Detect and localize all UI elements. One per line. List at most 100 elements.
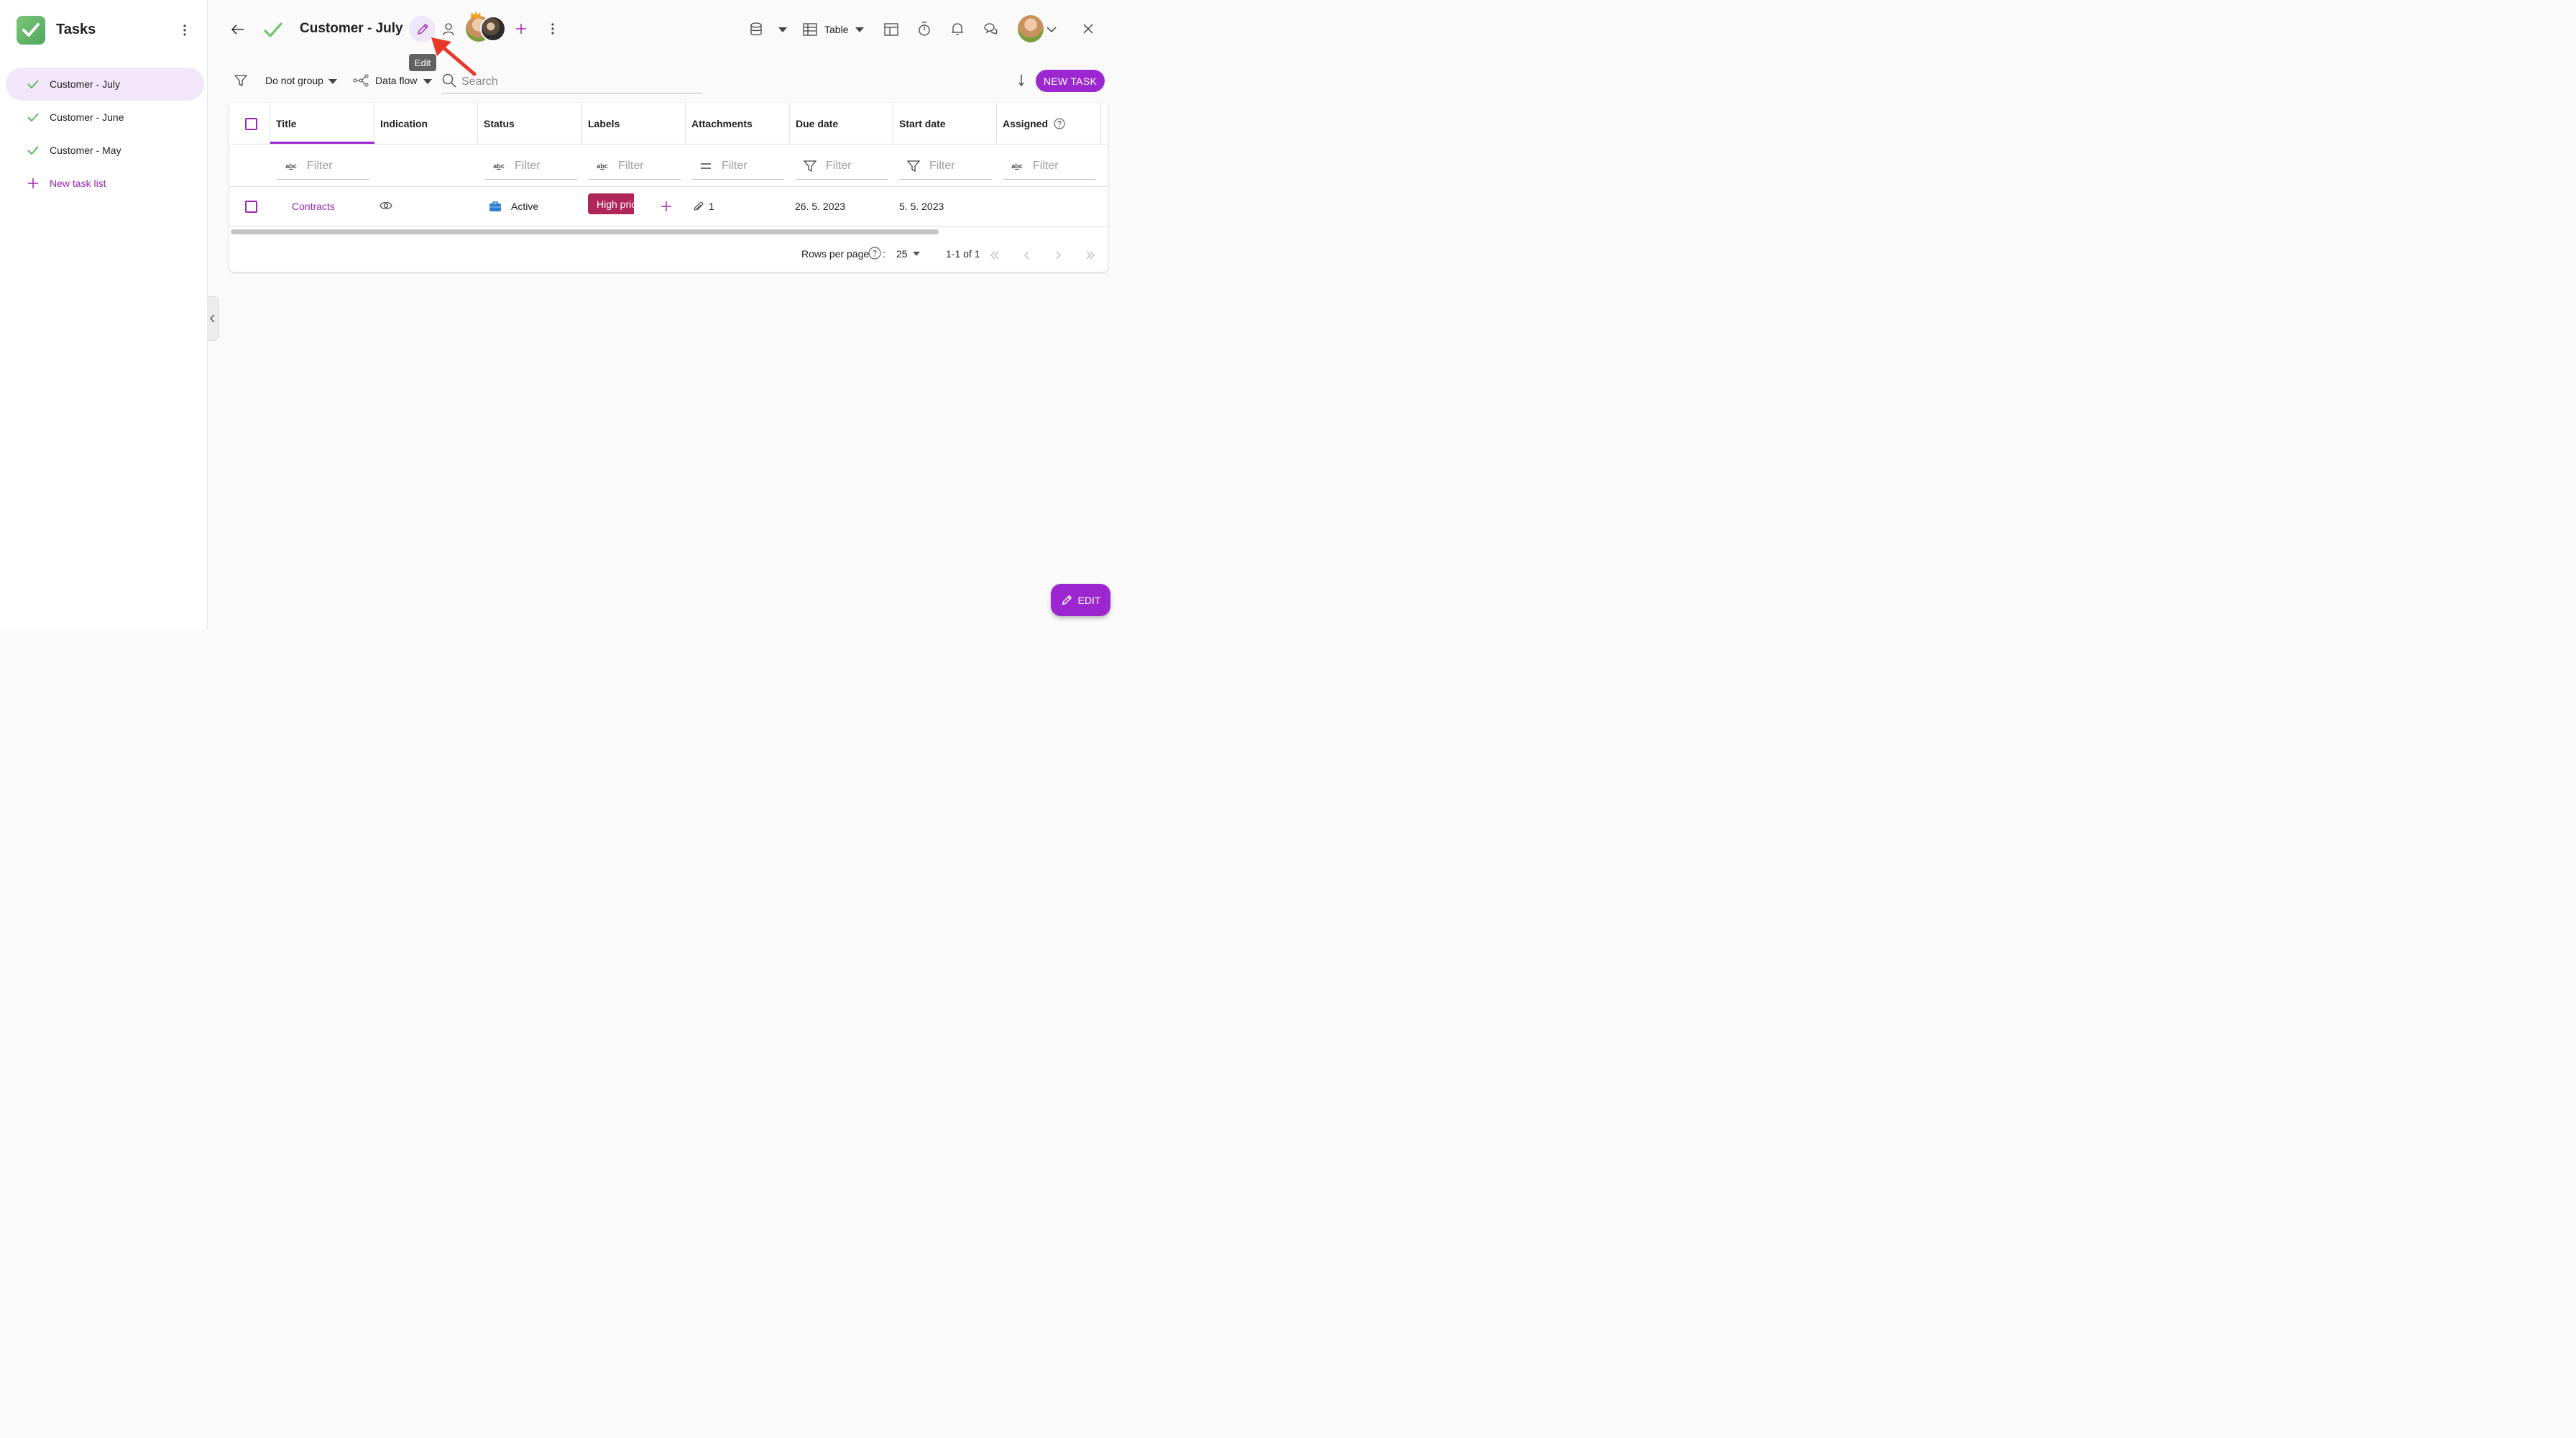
- briefcase-icon: [489, 201, 502, 212]
- plus-icon: [27, 178, 46, 189]
- text-filter-icon: abc: [1011, 162, 1023, 170]
- close-icon[interactable]: [1080, 21, 1096, 37]
- sidebar-item-label: Customer - July: [50, 78, 121, 90]
- status-filter-input[interactable]: [513, 159, 574, 173]
- check-icon: [27, 113, 46, 122]
- check-icon: [27, 80, 46, 88]
- next-page-icon[interactable]: [1051, 247, 1067, 263]
- row-checkbox[interactable]: [245, 201, 257, 213]
- title-filter: abc: [277, 153, 369, 180]
- edit-fab-button[interactable]: EDIT: [1051, 584, 1110, 616]
- column-header-indication[interactable]: Indication: [374, 103, 478, 144]
- filter-funnel-icon: [899, 160, 928, 173]
- member-avatar-2[interactable]: [480, 16, 506, 42]
- text-filter-icon: abc: [597, 162, 608, 170]
- status-value: Active: [511, 201, 539, 212]
- column-header-attachments[interactable]: Attachments: [686, 103, 790, 144]
- label-tag-high-priority[interactable]: High priority: [588, 193, 634, 214]
- rows-per-page-label: Rows per page: [801, 248, 870, 260]
- labels-filter-input[interactable]: [617, 159, 677, 173]
- back-arrow-icon[interactable]: [229, 20, 247, 39]
- crown-icon: [471, 11, 481, 18]
- data-flow-icon[interactable]: [352, 73, 369, 88]
- header-divider: [229, 144, 1108, 145]
- sidebar-collapse-handle[interactable]: [207, 296, 219, 341]
- attachment-count: 1: [709, 201, 714, 212]
- column-header-label: Labels: [588, 117, 620, 129]
- attachments-filter-input[interactable]: [720, 159, 781, 173]
- assigned-filter: abc: [1003, 153, 1095, 180]
- title-filter-input[interactable]: [305, 159, 366, 173]
- column-header-title[interactable]: Title: [270, 103, 374, 144]
- add-label-plus-icon[interactable]: [661, 201, 672, 212]
- eye-icon[interactable]: [380, 201, 392, 211]
- group-by-select[interactable]: Do not group: [265, 75, 323, 86]
- data-flow-select[interactable]: Data flow: [375, 75, 417, 86]
- sidebar-item-customer-june[interactable]: Customer - June: [6, 101, 204, 134]
- caret-down-icon[interactable]: [776, 24, 789, 35]
- database-icon[interactable]: [748, 21, 765, 38]
- check-icon: [27, 146, 46, 155]
- layout-icon[interactable]: [883, 21, 900, 38]
- due-date-filter: [796, 153, 888, 180]
- column-header-label: Due date: [796, 117, 839, 129]
- add-member-plus-icon[interactable]: [512, 20, 530, 37]
- text-filter-icon: abc: [493, 162, 505, 170]
- due-date-value: 26. 5. 2023: [795, 201, 846, 212]
- sidebar-item-label: Customer - May: [50, 145, 121, 156]
- colon-separator: :: [883, 248, 886, 260]
- new-task-list-button[interactable]: New task list: [6, 167, 204, 200]
- sidebar-item-customer-may[interactable]: Customer - May: [6, 134, 204, 167]
- column-header-status[interactable]: Status: [478, 103, 582, 144]
- sort-arrow-icon[interactable]: [1016, 73, 1029, 88]
- attachments-filter: [691, 153, 784, 180]
- user-profile-avatar[interactable]: [1018, 15, 1044, 42]
- new-task-list-label: New task list: [50, 178, 106, 189]
- filter-funnel-icon[interactable]: [233, 73, 249, 88]
- start-date-filter: [899, 153, 992, 180]
- last-page-icon[interactable]: [1082, 247, 1098, 263]
- column-header-due-date[interactable]: Due date: [790, 103, 893, 144]
- assigned-filter-input[interactable]: [1031, 159, 1092, 173]
- sidebar-more-icon[interactable]: [177, 22, 193, 39]
- select-all-checkbox[interactable]: [245, 118, 257, 130]
- status-filter: abc: [484, 153, 577, 180]
- previous-page-icon[interactable]: [1018, 247, 1034, 263]
- view-mode-label[interactable]: Table: [824, 24, 848, 35]
- user-icon[interactable]: [440, 20, 457, 39]
- task-title-link[interactable]: Contracts: [292, 201, 335, 212]
- column-header-label: Status: [484, 117, 515, 129]
- start-date-filter-input[interactable]: [928, 159, 988, 173]
- table-view-icon[interactable]: [801, 21, 819, 38]
- column-header-label: Start date: [899, 117, 946, 129]
- timer-icon[interactable]: [916, 20, 933, 37]
- caret-down-icon[interactable]: [326, 76, 339, 86]
- bell-icon[interactable]: [949, 20, 966, 37]
- horizontal-scrollbar[interactable]: [231, 229, 939, 234]
- search-input[interactable]: [460, 73, 693, 91]
- rows-per-page-select[interactable]: 25: [896, 248, 908, 260]
- column-header-assigned[interactable]: Assigned: [997, 103, 1101, 144]
- new-task-button[interactable]: NEW TASK: [1036, 70, 1105, 92]
- column-header-labels[interactable]: Labels: [582, 103, 686, 144]
- caret-down-icon[interactable]: [853, 24, 866, 35]
- chevron-down-icon[interactable]: [1045, 24, 1058, 35]
- caret-down-icon[interactable]: [913, 252, 920, 256]
- chevron-left-icon: [210, 314, 215, 323]
- more-vertical-icon[interactable]: [546, 20, 559, 37]
- tasks-app-logo-icon: [17, 16, 45, 45]
- edit-pencil-icon: [1062, 595, 1072, 605]
- column-header-start-date[interactable]: Start date: [893, 103, 997, 144]
- caret-down-icon[interactable]: [421, 76, 434, 86]
- help-circle-icon[interactable]: [1054, 117, 1065, 129]
- first-page-icon[interactable]: [987, 247, 1003, 263]
- filter-funnel-icon: [796, 160, 824, 173]
- list-check-icon: [262, 19, 284, 40]
- search-icon: [442, 73, 456, 88]
- due-date-filter-input[interactable]: [824, 159, 885, 173]
- help-circle-icon[interactable]: [868, 247, 881, 260]
- equals-filter-icon: [691, 163, 720, 169]
- chat-icon[interactable]: [982, 20, 999, 37]
- column-header-label: Indication: [380, 117, 428, 129]
- sidebar-item-customer-july[interactable]: Customer - July: [6, 68, 204, 101]
